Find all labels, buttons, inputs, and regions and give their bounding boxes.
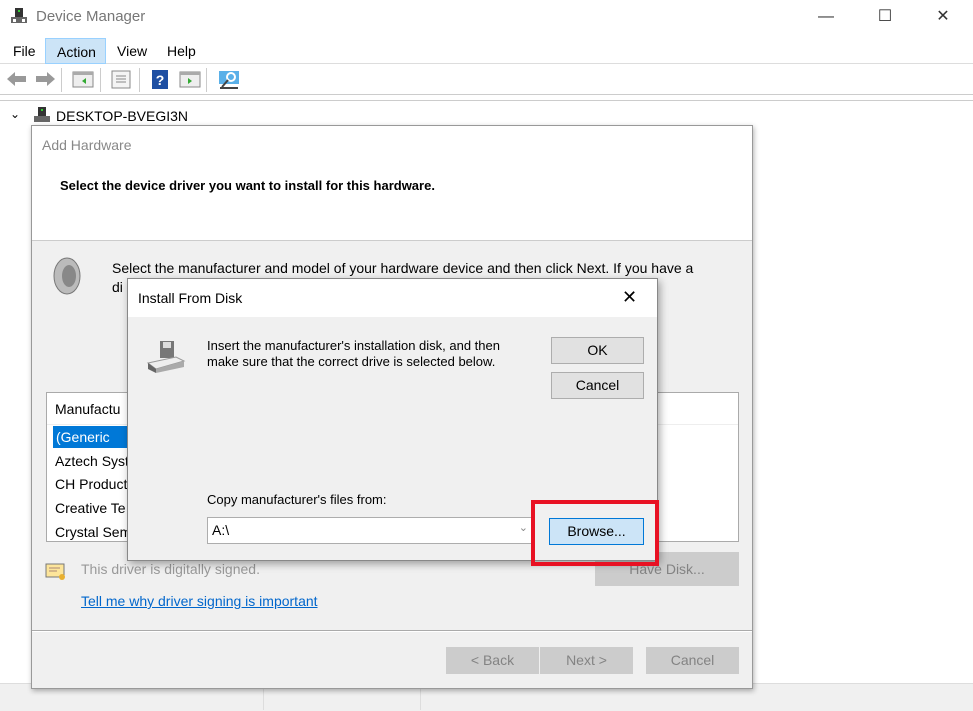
device-manager-icon [11, 8, 27, 23]
copy-from-label: Copy manufacturer's files from: [207, 492, 387, 507]
list-item[interactable]: Creative Te [55, 497, 126, 519]
list-item[interactable]: Crystal Sem [55, 521, 131, 541]
maximize-button[interactable]: ☐ [862, 0, 908, 34]
chevron-down-icon[interactable]: ⌄ [519, 516, 528, 541]
highlight-box [531, 500, 659, 566]
dialog-title: Add Hardware [42, 137, 132, 153]
show-hide-console-tree-icon[interactable] [72, 69, 94, 89]
dialog-title-bar: Install From Disk ✕ [128, 279, 657, 317]
toolbar-separator [100, 68, 101, 92]
window-title: Device Manager [36, 8, 146, 25]
list-item[interactable]: (Generic US [53, 426, 133, 467]
menu-action[interactable]: Action [45, 38, 106, 64]
path-value: A:\ [212, 522, 230, 538]
back-button[interactable]: < Back [446, 647, 539, 674]
minimize-button[interactable]: — [803, 0, 849, 34]
close-button[interactable]: ✕ [920, 0, 966, 34]
toolbar-separator [206, 68, 207, 92]
signed-text: This driver is digitally signed. [81, 561, 260, 577]
divider [32, 630, 752, 632]
expand-chevron-icon[interactable]: ⌄ [10, 107, 20, 121]
help-icon[interactable]: ? [150, 69, 172, 89]
speaker-icon [53, 257, 81, 295]
toolbar-separator [139, 68, 140, 92]
scan-hardware-icon[interactable] [218, 69, 240, 89]
menu-bar: File Action View Help [0, 36, 973, 64]
toolbar-separator [61, 68, 62, 92]
computer-icon [34, 107, 50, 122]
menu-view[interactable]: View [106, 38, 158, 64]
instruction-text-2: make sure that the correct drive is sele… [207, 354, 496, 369]
title-bar: Device Manager — ☐ ✕ [0, 0, 973, 34]
instruction-text: Insert the manufacturer's installation d… [207, 338, 500, 353]
menu-file[interactable]: File [2, 38, 47, 64]
back-arrow-icon[interactable] [6, 69, 28, 89]
toolbar: ? [0, 65, 973, 95]
tree-root-label[interactable]: DESKTOP-BVEGI3N [56, 108, 188, 124]
dialog-heading: Select the device driver you want to ins… [60, 178, 435, 193]
instruction-text: Select the manufacturer and model of you… [112, 260, 694, 276]
ok-button[interactable]: OK [551, 337, 644, 364]
cancel-button[interactable]: Cancel [646, 647, 739, 674]
next-button[interactable]: Next > [540, 647, 633, 674]
certificate-icon [45, 563, 65, 580]
instruction-text-2: di [112, 279, 123, 295]
list-item[interactable]: Aztech Syst [55, 450, 129, 472]
action-pane-icon[interactable] [179, 69, 201, 89]
path-combobox[interactable]: A:\ ⌄ [207, 517, 534, 544]
close-icon[interactable]: ✕ [622, 287, 637, 308]
dialog-header: Add Hardware Select the device driver yo… [32, 126, 752, 241]
list-item[interactable]: CH Product [55, 473, 127, 495]
menu-help[interactable]: Help [156, 38, 207, 64]
forward-arrow-icon[interactable] [34, 69, 56, 89]
driver-signing-link[interactable]: Tell me why driver signing is important [81, 593, 318, 609]
dialog-title: Install From Disk [138, 290, 243, 306]
disk-drive-icon [146, 341, 186, 373]
svg-text:?: ? [156, 72, 165, 88]
cancel-button[interactable]: Cancel [551, 372, 644, 399]
properties-icon[interactable] [110, 69, 132, 89]
